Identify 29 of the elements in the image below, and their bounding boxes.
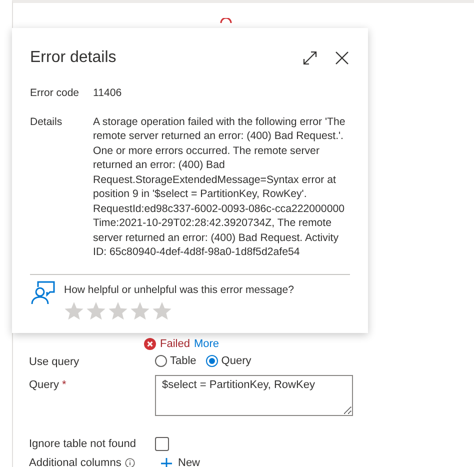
- close-icon[interactable]: [334, 50, 350, 66]
- star-icon[interactable]: [86, 301, 106, 321]
- dialog-title: Error details: [30, 49, 118, 67]
- plus-icon: [161, 458, 172, 467]
- star-icon[interactable]: [108, 301, 128, 321]
- query-input[interactable]: $select = PartitionKey, RowKey: [155, 375, 353, 416]
- star-icon[interactable]: [64, 301, 84, 321]
- feedback-person-icon: [30, 281, 56, 305]
- field-label: Query *: [28, 379, 68, 391]
- info-icon: [125, 458, 136, 467]
- field-label: Use query: [28, 356, 80, 368]
- field-label: Details: [30, 114, 64, 130]
- field-label: Ignore table not found: [28, 438, 138, 450]
- field-value: A storage operation failed with the following error 'The remote server returned an error: (400) Bad Request.'. One or more errors occurred. The remote server returned an error: (400) Bad Request.StorageExtendedMessage=Syntax error at position 9 in '$select = PartitionKey, RowKey'. RequestId:ed98c337-6002-0093-086c-cca222000000 Time:2021-10-29T02:28:42.3920734Z, The remote server returned an error: (400) Bad Request. Activity ID: 65c80940-4def-4d8f-98a0-1d8f5d2afe54: [93, 114, 346, 260]
- error-icon: [144, 338, 156, 350]
- status-text: Failed: [160, 338, 190, 350]
- radio-option[interactable]: Table: [155, 355, 196, 367]
- field-label: Error code: [30, 86, 80, 100]
- checkbox[interactable]: [155, 437, 169, 451]
- expand-icon[interactable]: [302, 50, 318, 66]
- field-value: 11406: [93, 86, 123, 100]
- star-icon[interactable]: [130, 301, 150, 321]
- feedback-question: How helpful or unhelpful was this error message?: [64, 284, 294, 296]
- loading-spinner-icon: [220, 18, 232, 24]
- new-button[interactable]: New: [155, 457, 474, 467]
- radio-option[interactable]: Query: [206, 355, 252, 367]
- more-link[interactable]: More: [194, 338, 220, 350]
- field-label: Additional columns: [29, 457, 122, 467]
- star-icon[interactable]: [152, 301, 172, 321]
